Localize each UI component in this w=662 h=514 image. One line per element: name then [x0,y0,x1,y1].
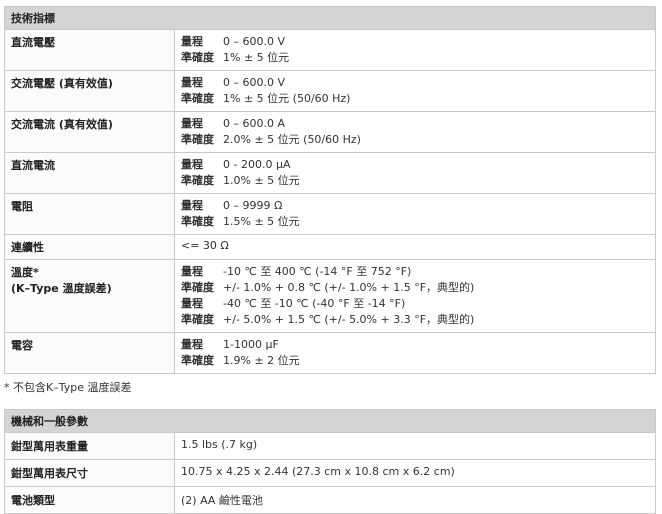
spec-label: 交流電壓 (真有效值) [11,77,113,90]
spec-line: 量程 0 – 600.0 V [181,75,649,91]
spec-line-value: 0 – 600.0 V [223,76,286,89]
spec-line: 量程 1-1000 µF [181,337,649,353]
spec-line-key: 量程 [181,297,203,310]
spec-line-key: 準確度 [181,51,214,64]
spec-line: 量程 0 – 600.0 V [181,34,649,50]
spec-plain-value: <= 30 Ω [181,239,229,252]
spec-line-value: 1.0% ± 5 位元 [223,174,300,187]
spec-table: 技術指標 直流電壓 量程 0 – 600.0 V 準確度 1% ± 5 位元 交流電壓 (… [4,6,656,374]
mech-row: 電池類型 (2) AA 鹼性電池 [4,486,656,514]
spec-line-key: 準確度 [181,174,214,187]
spec-line: 量程 0 - 200.0 µA [181,157,649,173]
spec-line-value: 0 – 600.0 V [223,35,286,48]
spec-label-cell: 交流電流 (真有效值) [4,111,175,153]
spec-label-cell: 交流電壓 (真有效值) [4,70,175,112]
spec-row: 交流電壓 (真有效值) 量程 0 – 600.0 V 準確度 1% ± 5 位元 (50… [4,70,656,112]
spec-line-key: 準確度 [181,313,214,326]
spec-label: 直流電流 [11,159,55,172]
mech-value: 10.75 x 4.25 x 2.44 (27.3 cm x 10.8 cm x… [174,459,656,487]
spec-label: 直流電壓 [11,36,55,49]
spec-value-cell: 量程 0 – 600.0 V 準確度 1% ± 5 位元 [174,29,656,71]
spec-line-key: 量程 [181,76,203,89]
spec-line-value: -10 ℃ 至 400 ℃ (-14 °F 至 752 °F) [223,265,412,278]
mech-label: 電池類型 [4,486,175,514]
spec-label: 電阻 [11,200,33,213]
spec-line-value: 1.9% ± 2 位元 [223,354,300,367]
spec-line-key: 量程 [181,338,203,351]
mech-row: 鉗型萬用表重量 1.5 lbs (.7 kg) [4,432,656,460]
spec-label-cell: 溫度* (K–Type 溫度誤差) [4,259,175,333]
mech-row: 鉗型萬用表尺寸 10.75 x 4.25 x 2.44 (27.3 cm x 10… [4,459,656,487]
spec-label-cell: 直流電壓 [4,29,175,71]
mech-value: (2) AA 鹼性電池 [174,486,656,514]
mech-value: 1.5 lbs (.7 kg) [174,432,656,460]
spec-label-cell: 連續性 [4,234,175,260]
spec-line: 準確度 +/- 5.0% + 1.5 ℃ (+/- 5.0% + 3.3 °F，典… [181,312,649,328]
spec-label-cell: 電容 [4,332,175,374]
spec-row: 直流電流 量程 0 - 200.0 µA 準確度 1.0% ± 5 位元 [4,152,656,194]
spec-row: 交流電流 (真有效值) 量程 0 – 600.0 A 準確度 2.0% ± 5 位元 (… [4,111,656,153]
spec-line: 準確度 1.0% ± 5 位元 [181,173,649,189]
spec-row: 連續性 <= 30 Ω [4,234,656,260]
spec-line-value: 2.0% ± 5 位元 (50/60 Hz) [223,133,361,146]
spec-value-cell: 量程 0 - 200.0 µA 準確度 1.0% ± 5 位元 [174,152,656,194]
spec-row: 電阻 量程 0 – 9999 Ω 準確度 1.5% ± 5 位元 [4,193,656,235]
spec-line: 量程 -10 ℃ 至 400 ℃ (-14 °F 至 752 °F) [181,264,649,280]
spec-line-key: 量程 [181,117,203,130]
spec-line: 準確度 1.5% ± 5 位元 [181,214,649,230]
spec-line-value: -40 ℃ 至 -10 ℃ (-40 °F 至 -14 °F) [223,297,406,310]
spec-line: 準確度 1.9% ± 2 位元 [181,353,649,369]
spec-table-header: 技術指標 [4,6,656,30]
spec-line-value: 0 - 200.0 µA [223,158,291,171]
spec-line-key: 準確度 [181,281,214,294]
spec-row: 直流電壓 量程 0 – 600.0 V 準確度 1% ± 5 位元 [4,29,656,71]
spec-label: 電容 [11,339,33,352]
spec-label: 連續性 [11,241,44,254]
mech-table-header: 機械和一般參數 [4,409,656,433]
spec-line-key: 量程 [181,35,203,48]
spec-line: 準確度 1% ± 5 位元 [181,50,649,66]
spec-line-value: 1% ± 5 位元 (50/60 Hz) [223,92,351,105]
spec-label-sub: (K–Type 溫度誤差) [11,282,112,295]
spec-value-cell: 量程 1-1000 µF 準確度 1.9% ± 2 位元 [174,332,656,374]
spec-line-key: 準確度 [181,133,214,146]
spec-label: 溫度* [11,266,39,279]
spec-line: 準確度 1% ± 5 位元 (50/60 Hz) [181,91,649,107]
spec-line: 量程 0 – 9999 Ω [181,198,649,214]
spec-value-cell: <= 30 Ω [174,234,656,260]
spec-line-key: 量程 [181,265,203,278]
spec-label-cell: 直流電流 [4,152,175,194]
mech-label: 鉗型萬用表尺寸 [4,459,175,487]
footnote: * 不包含K–Type 溫度誤差 [4,381,132,394]
spec-line: 準確度 +/- 1.0% + 0.8 ℃ (+/- 1.0% + 1.5 °F，典… [181,280,649,296]
spec-line-value: 1-1000 µF [223,338,279,351]
spec-row: 溫度* (K–Type 溫度誤差) 量程 -10 ℃ 至 400 ℃ (-14 °F … [4,259,656,333]
spec-line: 量程 -40 ℃ 至 -10 ℃ (-40 °F 至 -14 °F) [181,296,649,312]
spec-line-value: 0 – 9999 Ω [223,199,283,212]
spec-line: 量程 0 – 600.0 A [181,116,649,132]
spec-label-cell: 電阻 [4,193,175,235]
spec-line-value: +/- 5.0% + 1.5 ℃ (+/- 5.0% + 3.3 °F，典型的) [223,313,475,326]
spec-line-value: 1.5% ± 5 位元 [223,215,300,228]
mech-label: 鉗型萬用表重量 [4,432,175,460]
spec-line: 準確度 2.0% ± 5 位元 (50/60 Hz) [181,132,649,148]
mech-table: 機械和一般參數 鉗型萬用表重量 1.5 lbs (.7 kg) 鉗型萬用表尺寸 10.… [4,409,656,514]
spec-line-value: 1% ± 5 位元 [223,51,290,64]
spec-line-value: 0 – 600.0 A [223,117,286,130]
spec-row: 電容 量程 1-1000 µF 準確度 1.9% ± 2 位元 [4,332,656,374]
spec-value-cell: 量程 -10 ℃ 至 400 ℃ (-14 °F 至 752 °F) 準確度 +/- … [174,259,656,333]
spec-line-key: 量程 [181,158,203,171]
spec-value-cell: 量程 0 – 600.0 V 準確度 1% ± 5 位元 (50/60 Hz) [174,70,656,112]
spec-value-cell: 量程 0 – 9999 Ω 準確度 1.5% ± 5 位元 [174,193,656,235]
spec-line-key: 準確度 [181,354,214,367]
spec-line-key: 量程 [181,199,203,212]
spec-label: 交流電流 (真有效值) [11,118,113,131]
spec-line-value: +/- 1.0% + 0.8 ℃ (+/- 1.0% + 1.5 °F，典型的) [223,281,475,294]
spec-line-key: 準確度 [181,92,214,105]
spec-line-key: 準確度 [181,215,214,228]
spec-value-cell: 量程 0 – 600.0 A 準確度 2.0% ± 5 位元 (50/60 Hz) [174,111,656,153]
